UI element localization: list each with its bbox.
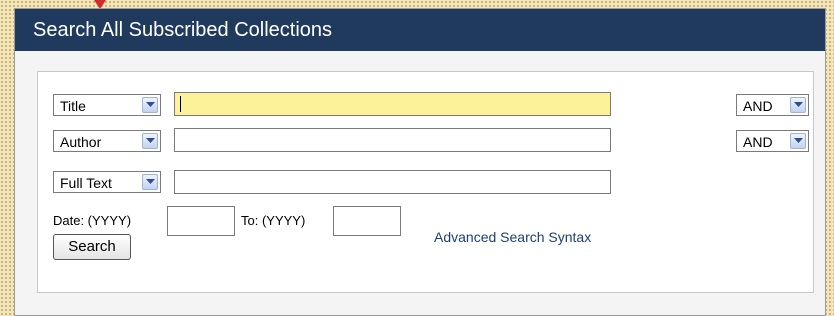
operator-select-2[interactable]: AND (736, 130, 809, 152)
date-to-input[interactable] (333, 206, 401, 236)
text-caret (180, 96, 181, 112)
field-select-label: Author (60, 134, 102, 150)
date-to-label: To: (YYYY) (241, 213, 306, 228)
operator-label: AND (743, 98, 773, 114)
chevron-down-icon[interactable] (142, 133, 158, 149)
field-select-label: Full Text (60, 175, 112, 191)
chevron-down-icon[interactable] (142, 97, 158, 113)
chevron-down-icon[interactable] (790, 97, 806, 113)
panel-title: Search All Subscribed Collections (15, 9, 825, 51)
field-select-label: Title (60, 98, 86, 114)
operator-select-1[interactable]: AND (736, 94, 809, 116)
field-select-full-text[interactable]: Full Text (53, 171, 161, 193)
full-text-search-input[interactable] (174, 170, 611, 194)
search-button[interactable]: Search (53, 234, 131, 260)
advanced-search-syntax-link[interactable]: Advanced Search Syntax (434, 229, 591, 245)
search-panel: Search All Subscribed Collections Title … (14, 8, 826, 316)
search-form: Title AND Author AND Full Text Date: (YY… (37, 71, 814, 293)
date-from-input[interactable] (167, 206, 235, 236)
chevron-down-icon[interactable] (142, 174, 158, 190)
panel-body: Title AND Author AND Full Text Date: (YY… (15, 51, 825, 315)
author-search-input[interactable] (174, 128, 611, 152)
title-search-input[interactable] (174, 92, 611, 116)
operator-label: AND (743, 134, 773, 150)
field-select-title[interactable]: Title (53, 94, 161, 116)
chevron-down-icon[interactable] (790, 133, 806, 149)
field-select-author[interactable]: Author (53, 130, 161, 152)
date-from-label: Date: (YYYY) (53, 213, 132, 228)
